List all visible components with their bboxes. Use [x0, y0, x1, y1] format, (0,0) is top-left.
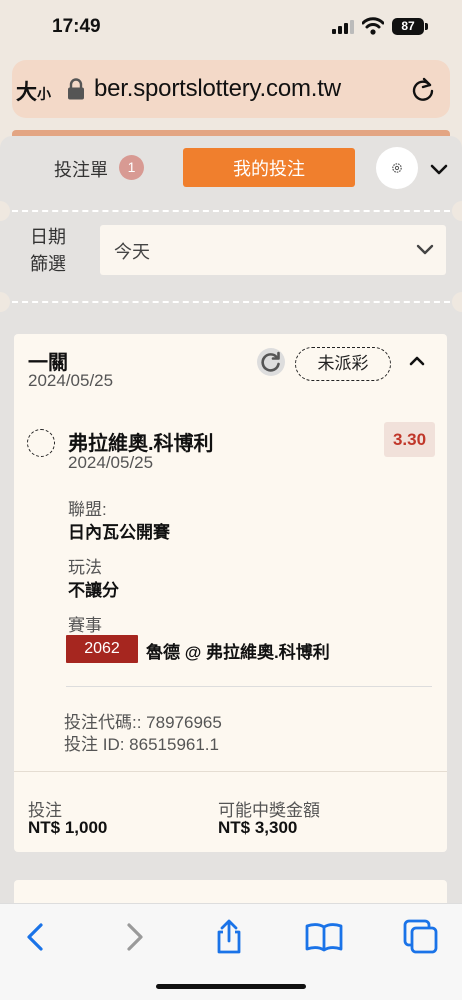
bet-slip-count-badge: 1: [119, 155, 144, 180]
market-value: 不讓分: [68, 581, 119, 600]
reload-icon[interactable]: [410, 76, 436, 102]
ticket-notch: [452, 201, 462, 221]
tabs-icon[interactable]: [401, 917, 441, 957]
event-label: 賽事: [68, 616, 102, 635]
chevron-down-icon[interactable]: [428, 158, 450, 180]
league-value: 日內瓦公開賽: [68, 523, 170, 542]
share-icon[interactable]: [209, 917, 249, 957]
wifi-icon: [362, 17, 384, 35]
forward-icon[interactable]: [114, 917, 154, 957]
divider: [66, 686, 432, 687]
signal-icon: [332, 20, 354, 34]
ticket-notch: [0, 201, 10, 221]
bet-id: 投注 ID: 86515961.1: [64, 735, 219, 754]
selection-name: 弗拉維奧.科博利: [68, 433, 214, 455]
bet-card: 一關 2024/05/25 未派彩 弗拉維奧.科博利 2024/05/25 3.…: [14, 334, 447, 852]
gear-icon: [392, 163, 402, 173]
bookmarks-icon[interactable]: [304, 917, 344, 957]
tab-bet-slip[interactable]: 投注單: [54, 156, 108, 182]
chevron-down-icon: [416, 244, 434, 255]
refresh-button[interactable]: [257, 348, 285, 376]
ticket-notch: [0, 292, 10, 312]
date-filter-value: 今天: [114, 242, 150, 262]
text-size-button[interactable]: 大小: [16, 76, 51, 106]
bet-panel: 投注單 1 我的投注 日期 篩選 今天 一關 2024/05/25 未派彩 弗拉…: [0, 136, 462, 910]
payout-value: NT$ 3,300: [218, 818, 298, 837]
ticket-notch: [452, 292, 462, 312]
selection-date: 2024/05/25: [68, 453, 154, 472]
stake-value: NT$ 1,000: [28, 818, 108, 837]
selection-status-icon: [27, 429, 55, 457]
status-bar: 17:49 87: [0, 0, 462, 54]
refresh-icon: [261, 351, 280, 372]
settings-button[interactable]: [376, 147, 418, 189]
panel-header: 投注單 1 我的投注: [0, 136, 462, 200]
address-bar[interactable]: 大小 ber.sportslottery.com.tw: [12, 60, 450, 118]
home-indicator: [156, 984, 306, 989]
bet-date: 2024/05/25: [28, 371, 114, 390]
event-code-badge: 2062: [66, 635, 138, 663]
market-label: 玩法: [68, 558, 102, 577]
status-time: 17:49: [52, 16, 101, 37]
tab-my-bets[interactable]: 我的投注: [183, 148, 355, 187]
battery-tip: [425, 23, 428, 30]
divider: [14, 771, 447, 772]
status-badge: 未派彩: [295, 347, 391, 381]
divider-dashed: [12, 301, 450, 303]
chevron-up-icon[interactable]: [408, 354, 426, 368]
league-label: 聯盟:: [68, 500, 107, 519]
odds-badge: 3.30: [384, 422, 435, 457]
date-filter-select[interactable]: 今天: [100, 225, 446, 275]
event-name: 魯德 @ 弗拉維奧.科博利: [146, 643, 330, 662]
lock-icon: [68, 78, 84, 100]
date-filter-label: 日期 篩選: [30, 227, 66, 274]
battery-indicator: 87: [392, 18, 424, 35]
divider-dashed: [12, 210, 450, 212]
url-text[interactable]: ber.sportslottery.com.tw: [94, 75, 404, 103]
back-icon[interactable]: [16, 917, 56, 957]
